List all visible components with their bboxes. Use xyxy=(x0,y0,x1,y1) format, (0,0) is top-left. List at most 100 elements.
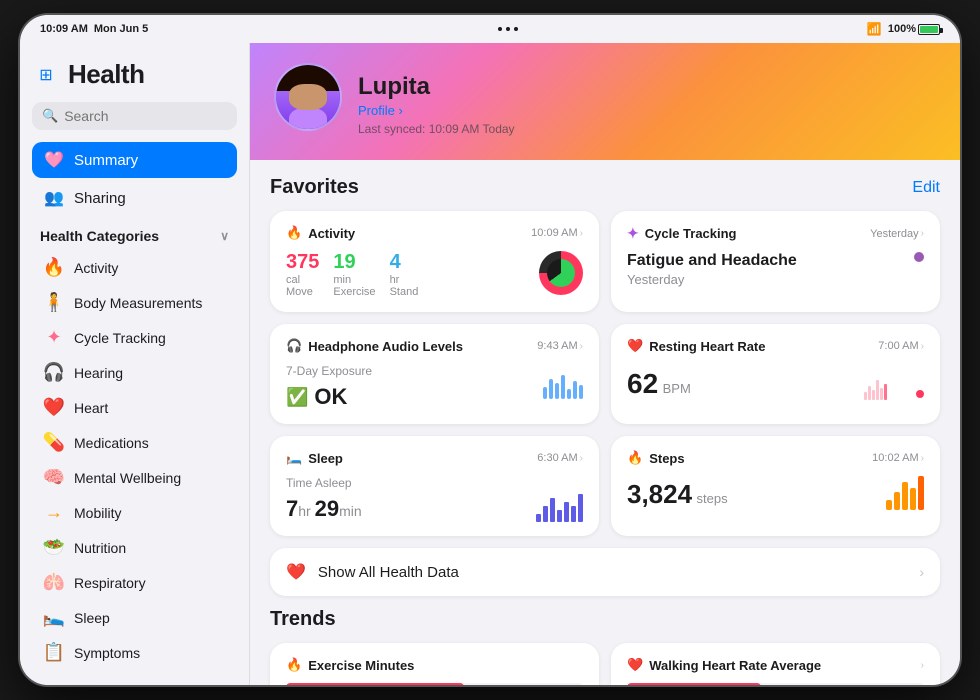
medications-label: Medications xyxy=(74,435,149,451)
steps-card-title: 🔥 Steps xyxy=(627,450,685,466)
cycle-symptom-date: Yesterday xyxy=(627,272,797,287)
battery-fill xyxy=(920,26,938,33)
steps-bars xyxy=(886,476,924,510)
heart-rate-card[interactable]: ❤️ Resting Heart Rate 7:00 AM › xyxy=(611,324,940,424)
show-all-chevron-icon: › xyxy=(919,564,924,580)
avatar-face-skin xyxy=(289,84,327,110)
bpm-unit: BPM xyxy=(663,381,691,396)
headphone-card[interactable]: 🎧 Headphone Audio Levels 9:43 AM › xyxy=(270,324,599,424)
sleep-card-header: 🛏️ Sleep 6:30 AM › xyxy=(286,450,583,466)
heart-dot xyxy=(916,390,924,398)
search-bar[interactable]: 🔍 🎙 xyxy=(32,102,237,130)
profile-name: Lupita xyxy=(358,73,515,101)
hearing-icon: 🎧 xyxy=(42,362,66,383)
ipad-screen: 10:09 AM Mon Jun 5 📶 100% xyxy=(20,15,960,685)
activity-ring xyxy=(539,251,583,295)
cycle-card-icon: ✦ xyxy=(627,225,639,242)
chevron-down-icon: ∨ xyxy=(220,229,229,243)
steps-content: 3,824 steps xyxy=(627,476,924,510)
heart-rate-card-header: ❤️ Resting Heart Rate 7:00 AM › xyxy=(627,338,924,354)
heart-icon: ❤️ xyxy=(42,397,66,418)
headphone-content: 7-Day Exposure ✅ OK xyxy=(286,364,583,410)
sidebar-item-body[interactable]: 🧍 Body Measurements xyxy=(32,285,237,320)
nav-item-summary[interactable]: 🩷 Summary xyxy=(32,142,237,178)
steps-bar-3 xyxy=(902,482,908,510)
sidebar-item-respiratory[interactable]: 🫁 Respiratory xyxy=(32,565,237,600)
stand-value: 4 xyxy=(390,251,419,274)
sidebar-toggle-button[interactable]: ⊞ xyxy=(32,64,60,86)
headphone-card-time: 9:43 AM › xyxy=(537,340,583,352)
cycle-card-time: Yesterday › xyxy=(870,228,924,240)
battery-bar xyxy=(918,24,940,35)
trend-heart-card[interactable]: ❤️ Walking Heart Rate Average › xyxy=(611,643,940,685)
audio-bar-6 xyxy=(573,381,577,399)
trend-exercise-header: 🔥 Exercise Minutes xyxy=(286,657,583,673)
trend-exercise-card[interactable]: 🔥 Exercise Minutes xyxy=(270,643,599,685)
activity-icon: 🔥 xyxy=(42,257,66,278)
sidebar-item-symptoms[interactable]: 📋 Symptoms xyxy=(32,635,237,670)
profile-header: Lupita Profile › Last synced: 10:09 AM T… xyxy=(250,43,960,160)
activity-card-time: 10:09 AM › xyxy=(531,227,583,239)
status-left: 10:09 AM Mon Jun 5 xyxy=(40,23,148,35)
body-label: Body Measurements xyxy=(74,295,202,311)
steps-value: 3,824 xyxy=(627,479,692,509)
steps-bar-2 xyxy=(894,492,900,510)
sidebar-item-cycle[interactable]: ✦ Cycle Tracking xyxy=(32,320,237,355)
search-input[interactable] xyxy=(64,108,245,124)
trend-exercise-title: 🔥 Exercise Minutes xyxy=(286,657,414,673)
steps-card-time: 10:02 AM › xyxy=(872,452,924,464)
hg-bar-3 xyxy=(872,390,875,400)
heart-nav-icon: 🩷 xyxy=(44,150,64,170)
audio-bar-2 xyxy=(549,379,553,399)
status-right: 📶 100% xyxy=(867,22,940,36)
trend-heart-chevron-icon: › xyxy=(921,660,924,671)
hg-bar-5 xyxy=(880,388,883,400)
avatar-face xyxy=(276,65,340,129)
app-body: ⊞ Health 🔍 🎙 🩷 Summary 👥 Sharing xyxy=(20,43,960,685)
sleep-bar-7 xyxy=(578,494,583,522)
trend-exercise-bar-container xyxy=(286,683,583,685)
profile-link[interactable]: Profile › xyxy=(358,103,515,118)
nav-item-sharing[interactable]: 👥 Sharing xyxy=(32,180,237,216)
sleep-duration: 7hr 29min xyxy=(286,496,362,522)
steps-bar-5 xyxy=(918,476,924,510)
hg-bar-1 xyxy=(864,392,867,400)
sleep-card[interactable]: 🛏️ Sleep 6:30 AM › Time Aslee xyxy=(270,436,599,536)
edit-button[interactable]: Edit xyxy=(912,179,940,197)
steps-card[interactable]: 🔥 Steps 10:02 AM › 3,824 xyxy=(611,436,940,536)
sleep-hr-label: hr xyxy=(298,503,314,519)
mobility-label: Mobility xyxy=(74,505,121,521)
activity-card[interactable]: 🔥 Activity 10:09 AM › 375 xyxy=(270,211,599,312)
sidebar-item-mobility[interactable]: → Mobility xyxy=(32,495,237,530)
nav-sharing-label: Sharing xyxy=(74,190,126,207)
sidebar-item-medications[interactable]: 💊 Medications xyxy=(32,425,237,460)
audio-bar-7 xyxy=(579,385,583,399)
sleep-card-title: 🛏️ Sleep xyxy=(286,450,343,466)
bpm-value: 62 xyxy=(627,368,658,399)
exercise-value: 19 xyxy=(333,251,375,274)
sidebar-item-activity[interactable]: 🔥 Activity xyxy=(32,250,237,285)
show-all-health-button[interactable]: ❤️ Show All Health Data › xyxy=(270,548,940,596)
sidebar-item-heart[interactable]: ❤️ Heart xyxy=(32,390,237,425)
sidebar-item-nutrition[interactable]: 🥗 Nutrition xyxy=(32,530,237,565)
hg-bar-4 xyxy=(876,380,879,400)
sidebar-item-sleep[interactable]: 🛌 Sleep xyxy=(32,600,237,635)
body-icon: 🧍 xyxy=(42,292,66,313)
avatar xyxy=(274,63,342,131)
resting-heart-icon: ❤️ xyxy=(627,338,643,354)
status-day: Mon Jun 5 xyxy=(94,23,148,35)
cycle-tracking-card[interactable]: ✦ Cycle Tracking Yesterday › F xyxy=(611,211,940,312)
sleep-minutes: 29 xyxy=(315,496,339,521)
headphone-details: 7-Day Exposure ✅ OK xyxy=(286,364,372,410)
nav-summary-label: Summary xyxy=(74,152,138,169)
trend-heart-title: ❤️ Walking Heart Rate Average xyxy=(627,657,821,673)
sleep-content: Time Asleep 7hr 29min xyxy=(286,476,583,522)
audio-bar-1 xyxy=(543,387,547,399)
sidebar-item-mental[interactable]: 🧠 Mental Wellbeing xyxy=(32,460,237,495)
sidebar-item-hearing[interactable]: 🎧 Hearing xyxy=(32,355,237,390)
respiratory-label: Respiratory xyxy=(74,575,146,591)
trend-heart-bar-container xyxy=(627,683,924,685)
ipad-frame: 10:09 AM Mon Jun 5 📶 100% xyxy=(20,15,960,685)
sleep-bar-5 xyxy=(564,502,569,522)
activity-card-header: 🔥 Activity 10:09 AM › xyxy=(286,225,583,241)
